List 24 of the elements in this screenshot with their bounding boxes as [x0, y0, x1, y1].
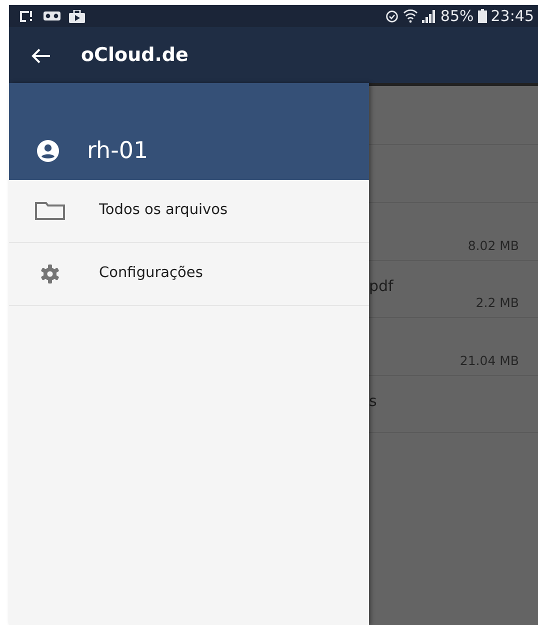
drawer-item[interactable]: Configurações [9, 243, 369, 306]
app-title: oCloud.de [81, 42, 188, 68]
file-size: 8.02 MB [468, 236, 519, 255]
folder-icon [35, 202, 65, 220]
battery-icon [478, 9, 487, 23]
battery-percent: 85% [440, 6, 474, 27]
alarm-icon [385, 9, 400, 23]
file-name: s [369, 390, 377, 412]
file-size: 2.2 MB [476, 294, 519, 312]
file-row[interactable]: 21.04 MB [369, 318, 538, 376]
account-name[interactable]: rh-01 [87, 134, 148, 168]
notification-icon [19, 10, 35, 22]
file-size: 21.04 MB [460, 352, 519, 370]
settings-icon [40, 264, 60, 284]
file-row[interactable]: pdf 2.2 MB [369, 260, 538, 318]
wifi-icon [403, 9, 418, 23]
clock: 23:45 [490, 6, 534, 27]
account-icon [37, 140, 59, 162]
signal-icon [422, 10, 436, 22]
bag-icon [69, 10, 85, 22]
file-row[interactable]: 8.02 MB [369, 203, 538, 260]
file-name: pdf [369, 276, 394, 296]
file-row[interactable]: s [369, 376, 538, 433]
voicemail-icon [43, 11, 61, 21]
